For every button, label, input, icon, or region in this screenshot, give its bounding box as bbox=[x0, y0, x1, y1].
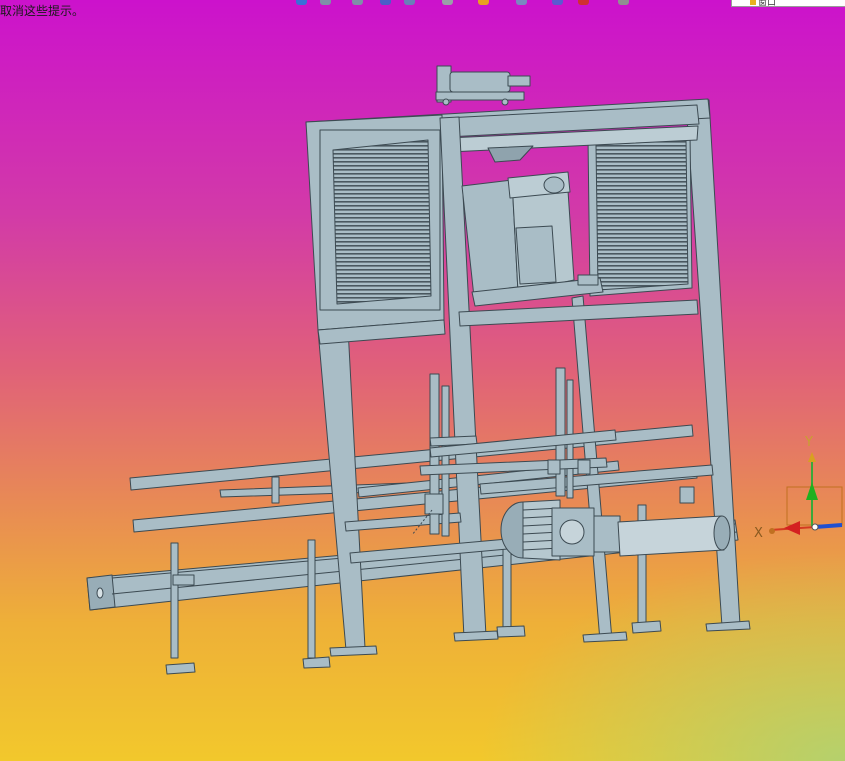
x-axis-arrow bbox=[784, 521, 800, 535]
y-axis-label: Y bbox=[804, 435, 813, 450]
graphics-area[interactable]: X Y bbox=[0, 0, 845, 761]
drive-motor bbox=[500, 486, 731, 561]
coordinate-triad: X Y bbox=[754, 435, 843, 541]
top-cylinder bbox=[435, 65, 531, 106]
x-axis-label: X bbox=[754, 526, 763, 541]
machine-assembly-model[interactable] bbox=[86, 65, 751, 675]
y-axis-arrow bbox=[806, 482, 818, 500]
bag-clamp-hopper bbox=[461, 145, 604, 307]
